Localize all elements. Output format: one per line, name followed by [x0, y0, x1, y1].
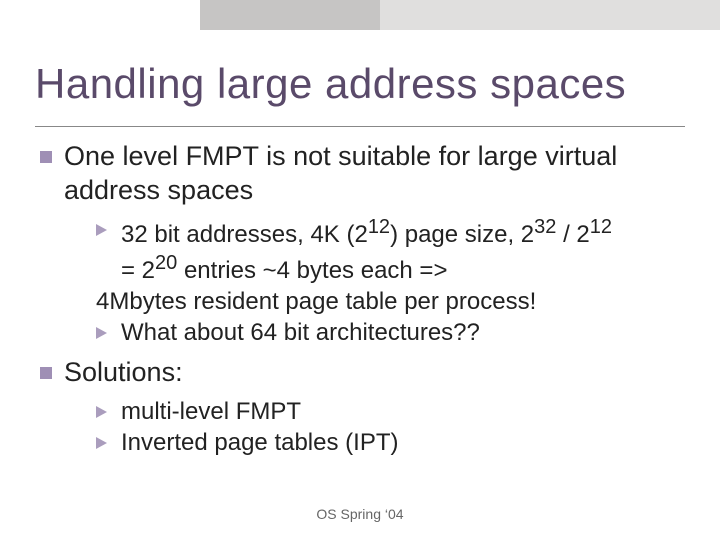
square-bullet-icon — [40, 151, 52, 163]
sub-text: 32 bit addresses, 4K (212) page size, 23… — [121, 214, 685, 250]
sub-continuation: = 220 entries ~4 bytes each => — [121, 250, 685, 286]
triangle-bullet-icon — [96, 406, 107, 418]
bullet-text: One level FMPT is not suitable for large… — [64, 140, 685, 208]
t: = 2 — [121, 257, 155, 284]
sup: 12 — [368, 216, 390, 238]
slide-title: Handling large address spaces — [35, 60, 626, 108]
sub-item: multi-level FMPT — [96, 396, 685, 427]
sub-item: 32 bit addresses, 4K (212) page size, 23… — [96, 214, 685, 250]
triangle-bullet-icon — [96, 224, 107, 236]
sup: 32 — [534, 216, 556, 238]
t: entries ~4 bytes each => — [177, 257, 447, 284]
sup: 12 — [590, 216, 612, 238]
bullet-item-1: One level FMPT is not suitable for large… — [40, 140, 685, 208]
sub-item: Inverted page tables (IPT) — [96, 427, 685, 458]
sub-text: multi-level FMPT — [121, 396, 685, 427]
bullet-text: Solutions: — [64, 356, 685, 390]
topbar-light-segment — [380, 0, 720, 30]
slide: Handling large address spaces One level … — [0, 0, 720, 540]
sub-bullets-1: 32 bit addresses, 4K (212) page size, 23… — [96, 214, 685, 349]
triangle-bullet-icon — [96, 437, 107, 449]
sup: 20 — [155, 252, 177, 274]
sub-continuation-line-3: 4Mbytes resident page table per process! — [96, 286, 685, 317]
sub-text: Inverted page tables (IPT) — [121, 427, 685, 458]
sub-item: What about 64 bit architectures?? — [96, 317, 685, 348]
t: 32 bit addresses, 4K (2 — [121, 221, 368, 248]
triangle-bullet-icon — [96, 327, 107, 339]
sub-text: What about 64 bit architectures?? — [121, 317, 685, 348]
title-underline — [35, 126, 685, 127]
topbar-dark-segment — [200, 0, 380, 30]
t: / 2 — [556, 221, 589, 248]
bullet-item-2: Solutions: — [40, 356, 685, 390]
footer-text: OS Spring ‘04 — [0, 506, 720, 522]
slide-content: One level FMPT is not suitable for large… — [40, 140, 685, 466]
t: ) page size, 2 — [390, 221, 534, 248]
square-bullet-icon — [40, 367, 52, 379]
sub-bullets-2: multi-level FMPT Inverted page tables (I… — [96, 396, 685, 458]
topbar-decoration — [200, 0, 720, 30]
